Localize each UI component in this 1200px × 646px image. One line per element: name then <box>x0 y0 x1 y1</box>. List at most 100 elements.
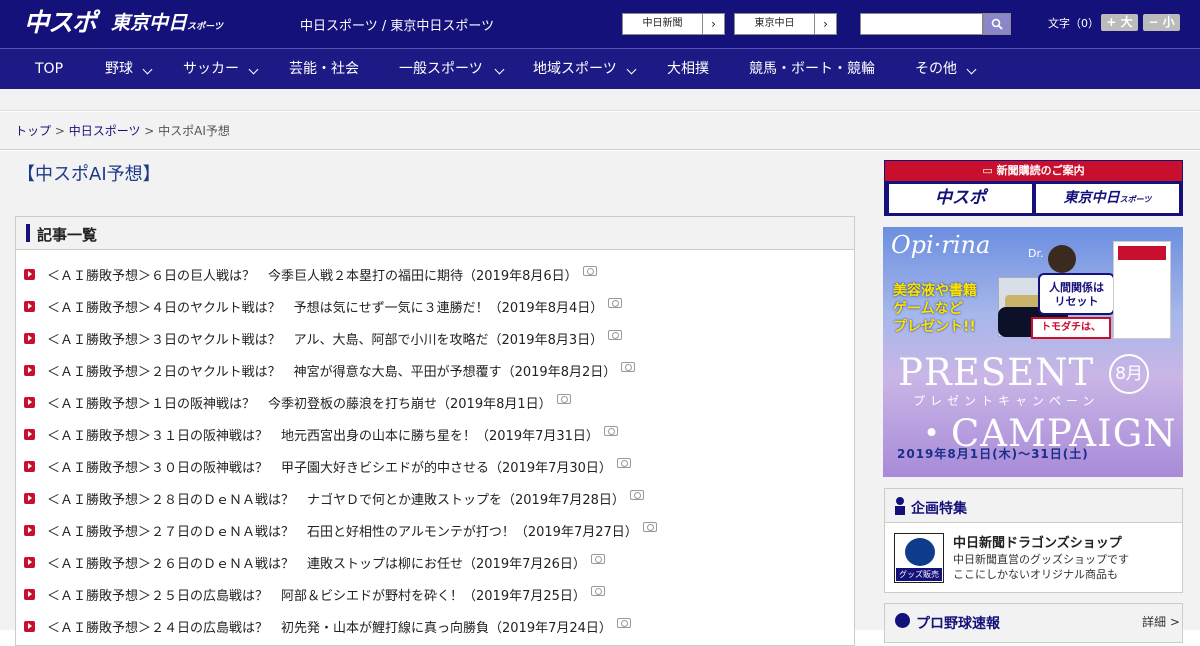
article-item[interactable]: ＜ＡＩ勝敗予想＞３１日の阪神戦は？ 地元西宮出身の山本に勝ち星を！（2019年7… <box>24 422 618 446</box>
breadcrumb-current: 中スポAI予想 <box>158 124 230 138</box>
article-item[interactable]: ＜ＡＩ勝敗予想＞２６日のＤｅＮＡ戦は？ 連敗ストップは柳にお任せ（2019年7月… <box>24 550 605 574</box>
camera-icon <box>608 298 623 308</box>
article-item[interactable]: ＜ＡＩ勝敗予想＞６日の巨人戦は？ 今季巨人戦２本塁打の福田に期待（2019年8月… <box>24 262 597 286</box>
article-link[interactable]: ＜ＡＩ勝敗予想＞６日の巨人戦は？ 今季巨人戦２本塁打の福田に期待（2019年8月… <box>47 265 578 284</box>
subscription-banner[interactable]: ▭ 新聞購読のご案内 中スポ 東京中日スポーツ <box>884 160 1183 216</box>
game-box-stripe <box>1118 246 1166 260</box>
baseball-icon <box>895 613 910 628</box>
font-larger-button[interactable]: + 大 <box>1101 14 1138 31</box>
article-item[interactable]: ＜ＡＩ勝敗予想＞２８日のＤｅＮＡ戦は？ ナゴヤＤで何とか連敗ストップを（2019… <box>24 486 644 510</box>
search-icon <box>991 18 1003 30</box>
goods-badge: グッズ販売中 <box>896 568 942 592</box>
dragons-shop-link[interactable]: 中日新聞ドラゴンズショップ <box>953 532 1122 551</box>
ad-dates: 2019年8月1日(木)〜31日(土) <box>897 447 1089 461</box>
subscribe-tokyo-logo[interactable]: 東京中日スポーツ <box>1036 184 1179 213</box>
nav-racing[interactable]: 競馬・ボート・競輪 <box>749 49 875 89</box>
tokyo-logo-small: スポーツ <box>187 22 223 32</box>
tokyo-shimbun-button[interactable]: 東京中日 › <box>734 13 837 35</box>
pro-baseball-more-link[interactable]: 詳細 > <box>1142 613 1180 630</box>
chevron-down-icon <box>966 64 977 75</box>
chuspo-logo[interactable]: 中スポ <box>24 7 97 39</box>
article-item[interactable]: ＜ＡＩ勝敗予想＞２７日のＤｅＮＡ戦は？ 石田と好相性のアルモンテが打つ！（201… <box>24 518 657 542</box>
article-link[interactable]: ＜ＡＩ勝敗予想＞２８日のＤｅＮＡ戦は？ ナゴヤＤで何とか連敗ストップを（2019… <box>47 489 625 508</box>
camera-icon <box>590 554 605 564</box>
article-link[interactable]: ＜ＡＩ勝敗予想＞２７日のＤｅＮＡ戦は？ 石田と好相性のアルモンテが打つ！（201… <box>47 521 638 540</box>
article-item[interactable]: ＜ＡＩ勝敗予想＞２日のヤクルト戦は？ 神宮が得意な大島、平田が予想覆す（2019… <box>24 358 636 382</box>
article-link[interactable]: ＜ＡＩ勝敗予想＞３日のヤクルト戦は？ アル、大島、阿部で小川を攻略だ（2019年… <box>47 329 603 348</box>
camera-icon <box>582 266 597 276</box>
article-item[interactable]: ＜ＡＩ勝敗予想＞４日のヤクルト戦は？ 予想は気にせず一気に３連勝だ！（2019年… <box>24 294 623 318</box>
article-link[interactable]: ＜ＡＩ勝敗予想＞１日の阪神戦は？ 今季初登板の藤浪を打ち崩せ（2019年8月1日… <box>47 393 552 412</box>
nav-label: 大相撲 <box>667 61 709 77</box>
red-arrow-bullet-icon <box>24 588 35 600</box>
article-link[interactable]: ＜ＡＩ勝敗予想＞２日のヤクルト戦は？ 神宮が得意な大島、平田が予想覆す（2019… <box>47 361 616 380</box>
article-item[interactable]: ＜ＡＩ勝敗予想＞３日のヤクルト戦は？ アル、大島、阿部で小川を攻略だ（2019年… <box>24 326 623 350</box>
ad-present-text: PRESENT <box>898 351 1095 394</box>
article-list-title: 記事一覧 <box>37 226 98 244</box>
present-campaign-ad[interactable]: Opi·rina 美容液や書籍 ゲームなど プレゼント!! Dr. 人間関係は … <box>883 227 1183 477</box>
article-item[interactable]: ＜ＡＩ勝敗予想＞２５日の広島戦は？ 阿部＆ビシエドが野村を砕く！（2019年7月… <box>24 582 605 606</box>
camera-icon <box>556 394 571 404</box>
subscription-title: ▭ 新聞購読のご案内 <box>885 161 1182 181</box>
ad-yellow-text: 美容液や書籍 ゲームなど プレゼント!! <box>893 283 977 335</box>
red-arrow-bullet-icon <box>24 556 35 568</box>
camera-icon <box>642 522 657 532</box>
nav-top[interactable]: TOP <box>35 49 63 89</box>
article-link[interactable]: ＜ＡＩ勝敗予想＞２４日の広島戦は？ 初先発・山本が鯉打線に真っ向勝負（2019年… <box>47 617 612 636</box>
feature-title: 企画特集 <box>911 501 967 517</box>
search-button[interactable] <box>983 13 1011 35</box>
breadcrumb-section[interactable]: 中日スポーツ <box>69 124 141 138</box>
person-icon <box>895 497 905 515</box>
heading-bar <box>26 224 30 242</box>
chunichi-shimbun-button[interactable]: 中日新聞 › <box>622 13 725 35</box>
breadcrumb-sep: > <box>51 124 69 138</box>
chevron-down-icon <box>626 64 637 75</box>
subscribe-tokyo-small: スポーツ <box>1119 195 1152 204</box>
mascot-icon <box>905 538 935 566</box>
nav-baseball[interactable]: 野球 <box>105 49 153 89</box>
article-item[interactable]: ＜ＡＩ勝敗予想＞３０日の阪神戦は？ 甲子園大好きビシエドが的中させる（2019年… <box>24 454 631 478</box>
nav-entertainment[interactable]: 芸能・社会 <box>289 49 359 89</box>
article-item[interactable]: ＜ＡＩ勝敗予想＞１日の阪神戦は？ 今季初登板の藤浪を打ち崩せ（2019年8月1日… <box>24 390 571 414</box>
red-arrow-bullet-icon <box>24 428 35 440</box>
article-link[interactable]: ＜ＡＩ勝敗予想＞２６日のＤｅＮＡ戦は？ 連敗ストップは柳にお任せ（2019年7月… <box>47 553 586 572</box>
chevron-down-icon <box>142 64 153 75</box>
ad-dr-text: Dr. <box>1028 247 1044 260</box>
breadcrumb: トップ > 中日スポーツ > 中スポAI予想 <box>0 112 1200 150</box>
nav-other[interactable]: その他 <box>915 49 977 89</box>
red-arrow-bullet-icon <box>24 300 35 312</box>
nav-general-sports[interactable]: 一般スポーツ <box>399 49 505 89</box>
subscribe-tokyo-text: 東京中日 <box>1063 190 1120 206</box>
search-input[interactable] <box>860 13 983 35</box>
red-arrow-bullet-icon <box>24 364 35 376</box>
nav-label: 一般スポーツ <box>399 61 483 77</box>
nav-label: その他 <box>915 61 957 77</box>
site-header: 中スポ 東京中日スポーツ 中日スポーツ / 東京中日スポーツ 中日新聞 › 東京中… <box>0 0 1200 48</box>
red-arrow-bullet-icon <box>24 460 35 472</box>
book-cover-text: 人間関係は リセット <box>1038 273 1115 315</box>
nav-sumo[interactable]: 大相撲 <box>667 49 709 89</box>
article-link[interactable]: ＜ＡＩ勝敗予想＞３０日の阪神戦は？ 甲子園大好きビシエドが的中させる（2019年… <box>47 457 612 476</box>
dragons-shop-image[interactable]: グッズ販売中 <box>894 533 944 592</box>
chunichi-shimbun-label: 中日新聞 <box>623 14 703 34</box>
camera-icon <box>616 458 631 468</box>
camera-icon <box>629 490 644 500</box>
tokyo-shimbun-label: 東京中日 <box>735 14 815 34</box>
nav-soccer[interactable]: サッカー <box>183 49 259 89</box>
breadcrumb-home[interactable]: トップ <box>15 124 51 138</box>
nav-local-sports[interactable]: 地域スポーツ <box>533 49 637 89</box>
site-name: 中日スポーツ / 東京中日スポーツ <box>300 19 495 34</box>
red-arrow-bullet-icon <box>24 396 35 408</box>
game-box-image <box>1113 241 1171 339</box>
article-link[interactable]: ＜ＡＩ勝敗予想＞４日のヤクルト戦は？ 予想は気にせず一気に３連勝だ！（2019年… <box>47 297 603 316</box>
font-smaller-button[interactable]: − 小 <box>1143 14 1180 31</box>
article-link[interactable]: ＜ＡＩ勝敗予想＞２５日の広島戦は？ 阿部＆ビシエドが野村を砕く！（2019年7月… <box>47 585 586 604</box>
camera-icon <box>616 618 631 628</box>
ad-month-badge: 8月 <box>1109 354 1149 394</box>
nav-label: 競馬・ボート・競輪 <box>749 61 875 77</box>
article-item[interactable]: ＜ＡＩ勝敗予想＞２４日の広島戦は？ 初先発・山本が鯉打線に真っ向勝負（2019年… <box>24 614 631 638</box>
article-link[interactable]: ＜ＡＩ勝敗予想＞３１日の阪神戦は？ 地元西宮出身の山本に勝ち星を！（2019年7… <box>47 425 599 444</box>
camera-icon <box>590 586 605 596</box>
subscribe-chuspo-logo[interactable]: 中スポ <box>889 184 1032 213</box>
tokyo-chunichi-logo[interactable]: 東京中日スポーツ <box>111 9 223 41</box>
